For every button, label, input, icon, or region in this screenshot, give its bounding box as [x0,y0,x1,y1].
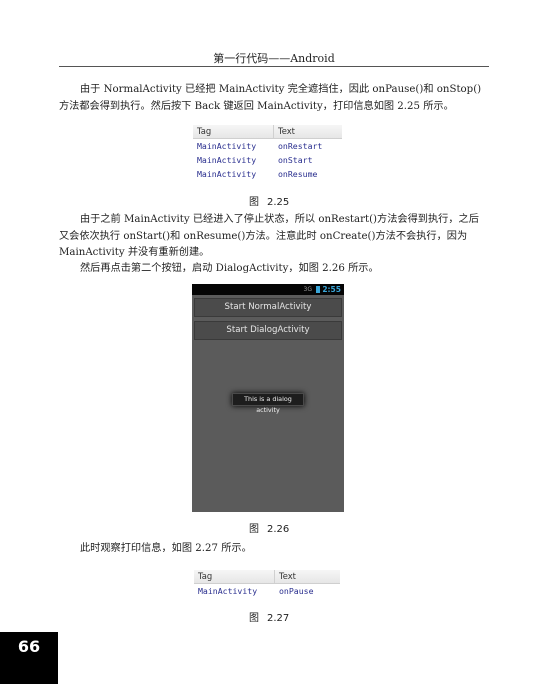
log-text: onResume [278,169,318,179]
log-row: MainActivity onRestart [193,139,342,153]
emulator-screenshot: 3G 2:55 Start NormalActivity Start Dialo… [192,284,344,512]
log-table-2-25: Tag Text MainActivity onRestart MainActi… [193,125,342,181]
column-header-text: Text [278,126,295,136]
status-bar: 3G 2:55 [192,284,344,295]
figure-caption-2-25: 图 2.25 [249,193,289,208]
running-header: 第一行代码——Android [213,52,335,65]
paragraph-1: 由于 NormalActivity 已经把 MainActivity 完全遮挡住… [59,84,482,112]
figure-caption-2-27: 图 2.27 [249,609,289,624]
page-number: 66 [0,632,58,684]
column-header-tag: Tag [193,125,274,138]
figure-label: 图 [249,613,259,624]
header-divider [59,66,489,67]
column-header-text: Text [279,571,296,581]
log-table-2-27: Tag Text MainActivity onPause [194,570,340,598]
log-header: Tag Text [193,125,342,139]
figure-label: 图 [249,197,259,208]
log-tag: MainActivity [197,141,257,151]
paragraph-4: 此时观察打印信息，如图 2.27 所示。 [80,543,252,554]
battery-icon [316,286,320,293]
paragraph-3: 然后再点击第二个按钮，启动 DialogActivity，如图 2.26 所示。 [80,263,379,274]
log-tag: MainActivity [197,155,257,165]
figure-number: 2.27 [267,613,290,624]
status-time: 2:55 [322,285,341,294]
paragraph-2: 由于之前 MainActivity 已经进入了停止状态，所以 onRestart… [59,214,479,258]
figure-label: 图 [249,524,259,535]
log-text: onRestart [278,141,323,151]
log-tag: MainActivity [197,169,257,179]
signal-icon: 3G [303,286,312,293]
log-tag: MainActivity [198,586,258,596]
log-text: onStart [278,155,313,165]
figure-number: 2.26 [267,524,290,535]
log-row: MainActivity onPause [194,584,340,598]
figure-caption-2-26: 图 2.26 [249,520,289,535]
figure-number: 2.25 [267,197,290,208]
column-header-tag: Tag [194,570,275,583]
start-normal-activity-button[interactable]: Start NormalActivity [194,298,342,317]
log-text: onPause [279,586,314,596]
log-header: Tag Text [194,570,340,584]
start-dialog-activity-button[interactable]: Start DialogActivity [194,321,342,340]
dialog-activity-window: This is a dialog activity [232,393,304,414]
log-row: MainActivity onStart [193,153,342,167]
log-row: MainActivity onResume [193,167,342,181]
